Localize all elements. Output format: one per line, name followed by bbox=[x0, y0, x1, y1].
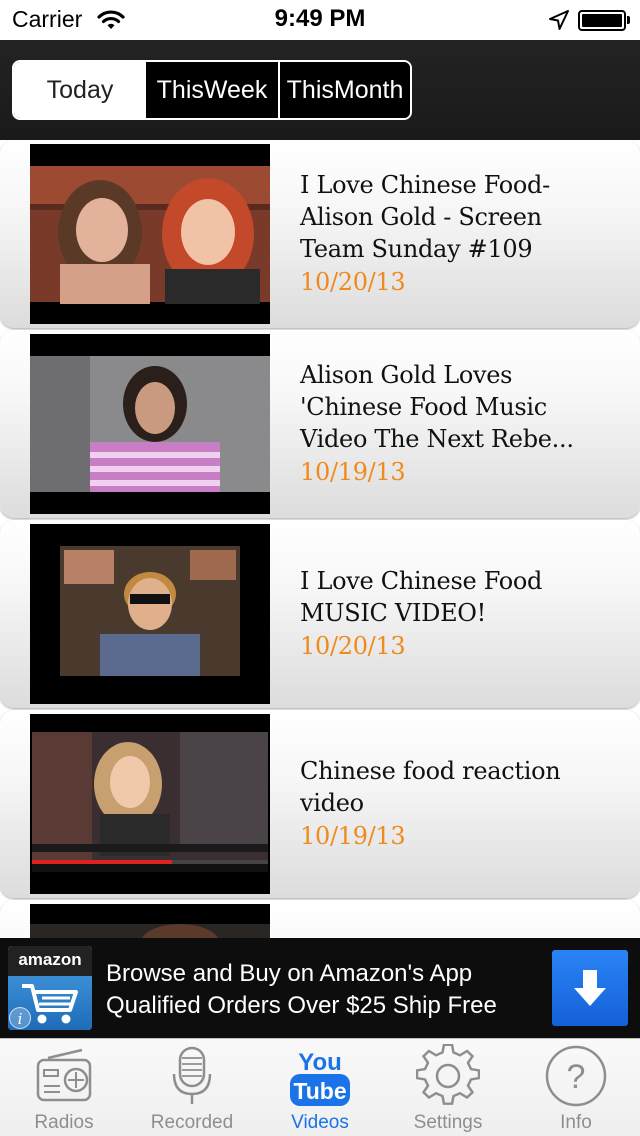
radio-icon bbox=[36, 1048, 92, 1102]
video-title: I Love Chinese Food MUSIC VIDEO! bbox=[300, 567, 543, 627]
ad-line-1: Browse and Buy on Amazon's App bbox=[106, 960, 473, 987]
segment-header: Today ThisWeek ThisMonth bbox=[0, 40, 640, 140]
video-info: I Love Chinese Food MUSIC VIDEO! 10/20/1… bbox=[300, 520, 610, 708]
video-title: Alison Gold Loves 'Chinese Food Music Vi… bbox=[300, 361, 574, 453]
video-thumbnail[interactable] bbox=[30, 144, 270, 324]
svg-text:You: You bbox=[298, 1049, 342, 1076]
segment-this-week-label: ThisWeek bbox=[156, 75, 268, 104]
location-arrow-icon bbox=[549, 10, 569, 30]
video-date: 10/19/13 bbox=[300, 822, 406, 850]
tab-recorded[interactable]: Recorded bbox=[128, 1039, 256, 1136]
video-info bbox=[300, 900, 610, 938]
segment-today-label: Today bbox=[46, 75, 114, 104]
segment-today[interactable]: Today bbox=[14, 62, 146, 118]
video-thumbnail[interactable] bbox=[30, 904, 270, 938]
svg-text:?: ? bbox=[567, 1058, 586, 1096]
tab-info[interactable]: ? Info bbox=[512, 1039, 640, 1136]
youtube-icon: You Tube bbox=[290, 1049, 350, 1106]
amazon-ad-banner[interactable]: amazon i Browse and Buy on Amazon's App … bbox=[0, 938, 640, 1038]
video-info: Alison Gold Loves 'Chinese Food Music Vi… bbox=[300, 330, 610, 518]
tab-radios[interactable]: Radios bbox=[0, 1039, 128, 1136]
battery-tip bbox=[627, 16, 630, 24]
video-thumbnail-image bbox=[30, 904, 270, 938]
amazon-logo-text: amazon bbox=[8, 946, 92, 976]
segment-this-week[interactable]: ThisWeek bbox=[146, 62, 280, 118]
video-list[interactable]: I Love Chinese Food- Alison Gold - Scree… bbox=[0, 140, 640, 938]
video-date: 10/20/13 bbox=[300, 268, 406, 296]
tab-info-label: Info bbox=[560, 1112, 592, 1133]
microphone-icon bbox=[172, 1046, 212, 1104]
status-bar: Carrier 9:49 PM bbox=[0, 0, 640, 40]
video-thumbnail[interactable] bbox=[30, 524, 270, 704]
video-row[interactable] bbox=[0, 900, 640, 938]
status-time: 9:49 PM bbox=[274, 5, 366, 32]
tab-videos-label: Videos bbox=[291, 1112, 349, 1133]
video-date: 10/19/13 bbox=[300, 458, 406, 486]
video-thumbnail-image bbox=[30, 524, 270, 704]
video-thumbnail-image bbox=[30, 714, 270, 894]
video-thumbnail[interactable] bbox=[30, 334, 270, 514]
video-thumbnail[interactable] bbox=[30, 714, 270, 894]
video-row[interactable]: I Love Chinese Food MUSIC VIDEO! 10/20/1… bbox=[0, 520, 640, 708]
video-thumbnail-image bbox=[30, 144, 270, 324]
video-row[interactable]: I Love Chinese Food- Alison Gold - Scree… bbox=[0, 140, 640, 328]
segment-this-month-label: ThisMonth bbox=[286, 75, 404, 104]
video-row[interactable]: Alison Gold Loves 'Chinese Food Music Vi… bbox=[0, 330, 640, 518]
tab-bar: Radios Recorded You Tube Videos Settings… bbox=[0, 1038, 640, 1136]
question-icon: ? bbox=[545, 1045, 607, 1107]
tab-recorded-label: Recorded bbox=[150, 1112, 234, 1133]
down-arrow-icon bbox=[574, 970, 606, 1006]
period-segmented-control: Today ThisWeek ThisMonth bbox=[12, 60, 412, 120]
tab-settings[interactable]: Settings bbox=[384, 1039, 512, 1136]
svg-text:Tube: Tube bbox=[293, 1078, 346, 1104]
segment-this-month[interactable]: ThisMonth bbox=[280, 62, 410, 118]
ad-line-2: Qualified Orders Over $25 Ship Free bbox=[106, 992, 497, 1019]
ad-text: Browse and Buy on Amazon's App Qualified… bbox=[106, 958, 497, 1022]
battery-fill bbox=[582, 14, 622, 27]
gear-icon bbox=[416, 1044, 480, 1105]
ad-info-icon[interactable]: i bbox=[9, 1007, 31, 1029]
video-row[interactable]: Chinese food reaction video 10/19/13 bbox=[0, 710, 640, 898]
video-info: Chinese food reaction video 10/19/13 bbox=[300, 710, 610, 898]
video-info: I Love Chinese Food- Alison Gold - Scree… bbox=[300, 140, 610, 328]
download-button[interactable] bbox=[552, 950, 628, 1026]
tab-videos[interactable]: You Tube Videos bbox=[256, 1039, 384, 1136]
video-date: 10/20/13 bbox=[300, 632, 406, 660]
video-title: Chinese food reaction video bbox=[300, 757, 561, 817]
video-thumbnail-image bbox=[30, 334, 270, 514]
tab-radios-label: Radios bbox=[34, 1112, 94, 1133]
tab-settings-label: Settings bbox=[413, 1112, 483, 1133]
battery-icon bbox=[578, 10, 626, 31]
video-title: I Love Chinese Food- Alison Gold - Scree… bbox=[300, 171, 550, 263]
